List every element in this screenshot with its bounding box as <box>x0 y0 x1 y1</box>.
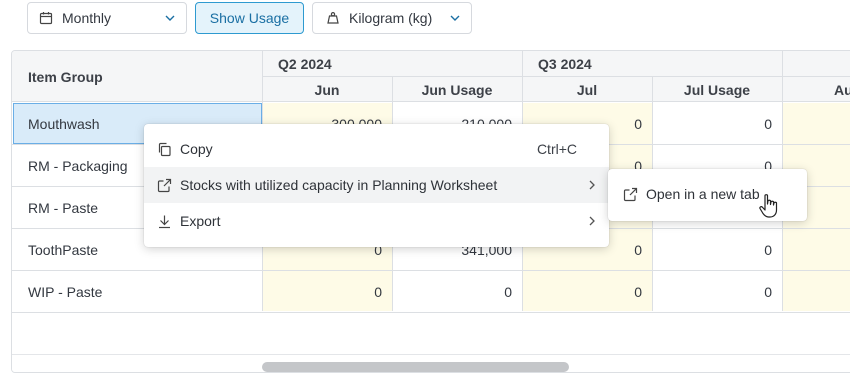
row-group-wip-paste[interactable]: WIP - Paste <box>28 271 102 312</box>
chevron-right-icon <box>587 178 597 194</box>
row-group-mouthwash[interactable]: Mouthwash <box>28 103 100 144</box>
period-value: Monthly <box>62 10 112 26</box>
calendar-icon <box>38 10 54 26</box>
row-group-rm-paste[interactable]: RM - Paste <box>28 187 98 228</box>
cell-jul-usage[interactable]: 0 <box>652 271 782 312</box>
horizontal-scrollbar[interactable] <box>12 354 850 372</box>
menu-item-stocks-utilized-capacity[interactable]: Stocks with utilized capacity in Plannin… <box>144 167 609 203</box>
hand-pointer-icon <box>758 193 780 222</box>
row-group-toothpaste[interactable]: ToothPaste <box>28 229 98 270</box>
period-select[interactable]: Monthly <box>27 2 187 34</box>
column-header-jun-usage[interactable]: Jun Usage <box>392 77 522 102</box>
column-header-jul[interactable]: Jul <box>522 77 652 102</box>
weight-icon <box>325 10 341 26</box>
menu-item-shortcut: Ctrl+C <box>536 141 577 157</box>
quarter-header-q3: Q3 2024 <box>538 55 592 72</box>
column-header-au[interactable]: Au <box>834 77 850 102</box>
external-link-icon <box>156 177 172 193</box>
copy-icon <box>156 141 172 157</box>
column-header-jul-usage[interactable]: Jul Usage <box>652 77 782 102</box>
chevron-down-icon <box>164 12 176 24</box>
cell-jun-usage[interactable]: 0 <box>392 271 522 312</box>
cell-jul-usage[interactable]: 0 <box>652 229 782 270</box>
download-icon <box>156 213 172 229</box>
column-header-item-group[interactable]: Item Group <box>28 51 103 102</box>
unit-value: Kilogram (kg) <box>349 10 433 26</box>
menu-item-label: Stocks with utilized capacity in Plannin… <box>180 177 498 193</box>
menu-item-copy[interactable]: Copy Ctrl+C <box>144 131 609 167</box>
external-link-icon <box>622 186 638 202</box>
menu-item-label: Copy <box>180 141 213 157</box>
cell-jun[interactable]: 0 <box>262 271 392 312</box>
show-usage-button[interactable]: Show Usage <box>195 2 304 34</box>
row-group-rm-packaging[interactable]: RM - Packaging <box>28 145 128 186</box>
context-menu: Copy Ctrl+C Stocks with utilized capacit… <box>144 124 609 247</box>
chevron-down-icon <box>449 12 461 24</box>
chevron-right-icon <box>587 214 597 230</box>
scrollbar-thumb[interactable] <box>262 362 569 372</box>
menu-item-label: Export <box>180 213 221 229</box>
column-header-jun[interactable]: Jun <box>262 77 392 102</box>
cell-jul[interactable]: 0 <box>522 271 652 312</box>
cell-jul-usage[interactable]: 0 <box>652 103 782 144</box>
menu-item-label: Open in a new tab <box>646 186 760 202</box>
unit-select[interactable]: Kilogram (kg) <box>312 2 472 34</box>
quarter-header-q2: Q2 2024 <box>278 55 332 72</box>
menu-item-export[interactable]: Export <box>144 203 609 239</box>
